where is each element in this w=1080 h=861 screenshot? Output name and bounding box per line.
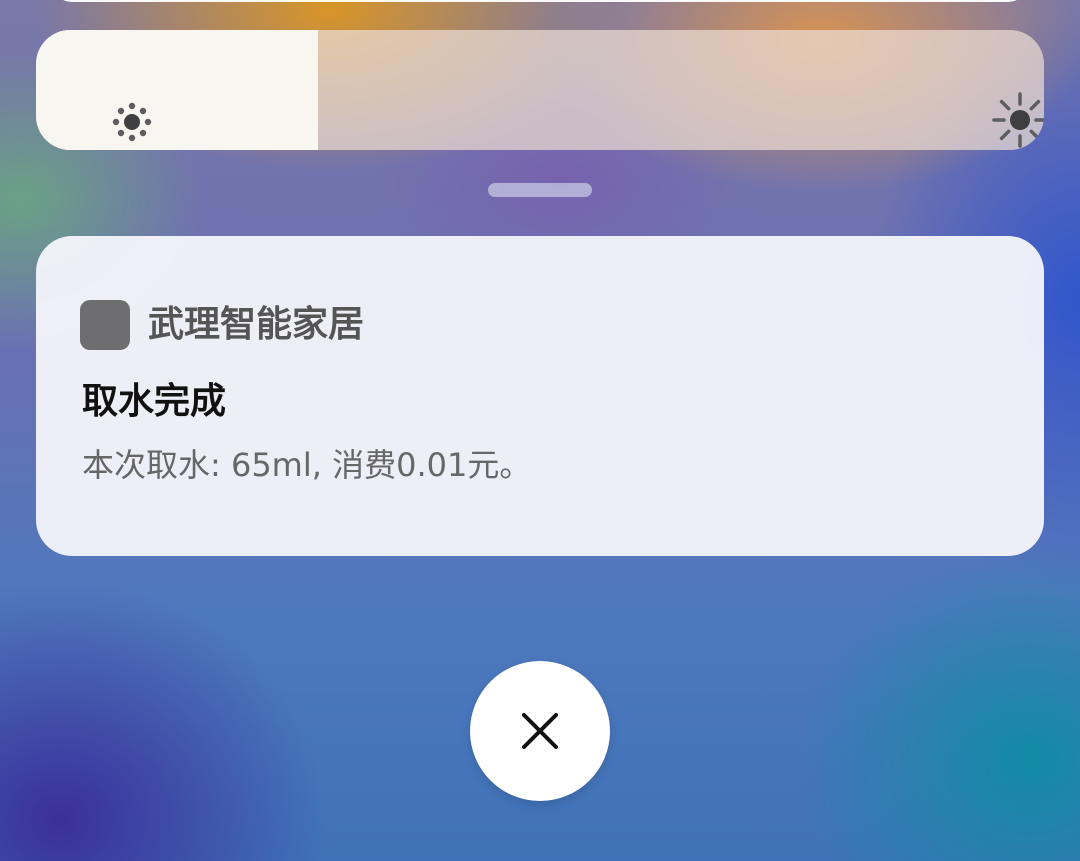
notification-title: 取水完成 xyxy=(82,381,227,422)
notification-card[interactable]: 武理智能家居 取水完成 本次取水: 65ml, 消费0.01元。 xyxy=(36,236,1044,556)
sun-dim-icon xyxy=(112,102,152,142)
close-icon[interactable] xyxy=(520,711,560,751)
notification-body: 本次取水: 65ml, 消费0.01元。 xyxy=(82,446,532,484)
app-name: 武理智能家居 xyxy=(148,304,365,345)
brightness-slider[interactable] xyxy=(36,30,1044,150)
quick-settings-card-edge xyxy=(52,0,1028,2)
sun-bright-icon xyxy=(992,92,1044,148)
panel-drag-handle[interactable] xyxy=(488,183,592,197)
brightness-slider-fill[interactable] xyxy=(36,30,319,150)
dismiss-button[interactable] xyxy=(470,661,610,801)
app-icon xyxy=(80,300,130,350)
